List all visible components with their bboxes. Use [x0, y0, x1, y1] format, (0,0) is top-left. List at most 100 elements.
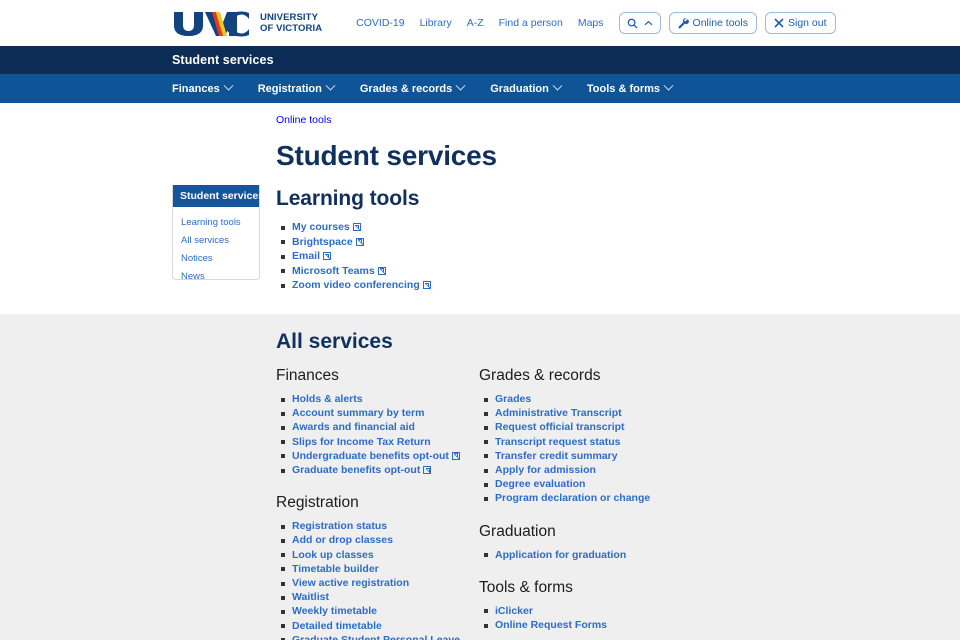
breadcrumb-link-online-tools[interactable]: Online tools: [276, 114, 331, 126]
link-zoom-video-conferencing[interactable]: Zoom video conferencing: [292, 279, 420, 291]
category-link-list: Grades Administrative Transcript Request o…: [479, 392, 650, 506]
link-program-declaration-or-change[interactable]: Program declaration or change: [495, 492, 650, 504]
link-awards-and-financial-aid[interactable]: Awards and financial aid: [292, 421, 415, 433]
sidebar-item-news[interactable]: News: [173, 267, 259, 285]
utility-link-library[interactable]: Library: [420, 17, 452, 29]
utility-buttons: Online tools Sign out: [618, 12, 836, 34]
nav-item-graduation-label: Graduation: [490, 82, 549, 95]
nav-item-grades-records[interactable]: Grades & records: [359, 80, 477, 95]
online-tools-label: Online tools: [692, 17, 748, 29]
link-account-summary-by-term[interactable]: Account summary by term: [292, 407, 424, 419]
link-online-request-forms[interactable]: Online Request Forms: [495, 619, 607, 631]
site-title-bar: Student services: [0, 46, 960, 74]
sidebar-item-all-services[interactable]: All services: [173, 231, 259, 249]
link-registration-status[interactable]: Registration status: [292, 520, 387, 532]
uvic-logo-icon: [174, 11, 249, 36]
link-transfer-credit-summary[interactable]: Transfer credit summary: [495, 450, 618, 462]
list-item: Administrative Transcript: [483, 406, 650, 420]
list-item: Waitlist: [281, 590, 479, 604]
link-iclicker[interactable]: iClicker: [495, 605, 533, 617]
sidebar-nav: Student services Learning tools All serv…: [172, 185, 264, 282]
link-holds-alerts[interactable]: Holds & alerts: [292, 393, 363, 405]
page-title: Student services: [276, 140, 497, 171]
list-item: Microsoft Teams: [281, 264, 431, 279]
nav-item-registration[interactable]: Registration: [257, 80, 347, 95]
category-link-list: iClicker Online Request Forms: [479, 604, 650, 632]
nav-item-grades-records-label: Grades & records: [359, 82, 453, 95]
link-grades[interactable]: Grades: [495, 393, 531, 405]
link-degree-evaluation[interactable]: Degree evaluation: [495, 478, 585, 490]
link-view-active-registration[interactable]: View active registration: [292, 577, 409, 589]
link-detailed-timetable[interactable]: Detailed timetable: [292, 620, 382, 632]
top-utility-header: UNIVERSITY OF VICTORIA COVID-19 Library …: [0, 0, 960, 46]
list-item: Account summary by term: [281, 406, 479, 420]
link-email[interactable]: Email: [292, 250, 320, 262]
list-item: View active registration: [281, 576, 479, 590]
chevron-down-icon: [223, 80, 234, 91]
category-heading: Finances: [276, 367, 339, 384]
link-timetable-builder[interactable]: Timetable builder: [292, 563, 379, 575]
search-button[interactable]: [618, 12, 661, 34]
list-item: Graduate Student Personal Leave: [281, 633, 479, 640]
nav-item-finances[interactable]: Finances: [172, 80, 245, 95]
link-weekly-timetable[interactable]: Weekly timetable: [292, 605, 377, 617]
category-heading: Tools & forms: [479, 578, 573, 596]
sidebar-item-notices[interactable]: Notices: [173, 249, 259, 267]
close-x-icon: [774, 18, 784, 28]
list-item: Application for graduation: [483, 548, 650, 562]
utility-link-a-z[interactable]: A-Z: [467, 17, 484, 29]
link-undergraduate-benefits-opt-out[interactable]: Undergraduate benefits opt-out: [292, 450, 449, 462]
category-link-list: Registration status Add or drop classes Lo…: [276, 519, 479, 640]
main-nav-bar: Finances Registration Grades & records G…: [0, 74, 960, 103]
list-item: Registration status: [281, 519, 479, 533]
list-item: Look up classes: [281, 548, 479, 562]
list-item: Add or drop classes: [281, 533, 479, 547]
category-block-graduation: Graduation Application for graduation: [479, 523, 650, 562]
link-waitlist[interactable]: Waitlist: [292, 591, 329, 603]
online-tools-button[interactable]: Online tools: [668, 12, 757, 34]
chevron-down-icon: [325, 80, 336, 91]
link-slips-for-income-tax-return[interactable]: Slips for Income Tax Return: [292, 436, 431, 448]
list-item: Degree evaluation: [483, 477, 650, 491]
external-link-icon: [422, 281, 431, 289]
all-services-left-column: Finances Holds & alerts Account summary by…: [276, 367, 479, 640]
nav-item-tools-forms[interactable]: Tools & forms: [587, 80, 685, 95]
chevron-down-icon: [663, 80, 674, 91]
external-link-icon: [352, 223, 361, 231]
sidebar-item-learning-tools[interactable]: Learning tools: [173, 213, 259, 231]
uvic-logo-link[interactable]: UNIVERSITY OF VICTORIA: [172, 10, 322, 37]
utility-links: COVID-19 Library A-Z Find a person Maps: [356, 17, 603, 29]
link-application-for-graduation[interactable]: Application for graduation: [495, 549, 626, 561]
link-transcript-request-status[interactable]: Transcript request status: [495, 436, 620, 448]
list-item: Zoom video conferencing: [281, 278, 431, 293]
list-item: Undergraduate benefits opt-out: [281, 449, 479, 463]
list-item: Slips for Income Tax Return: [281, 435, 479, 449]
nav-item-graduation[interactable]: Graduation: [490, 80, 574, 95]
nav-item-registration-label: Registration: [257, 82, 322, 95]
link-graduate-benefits-opt-out[interactable]: Graduate benefits opt-out: [292, 464, 420, 476]
link-administrative-transcript[interactable]: Administrative Transcript: [495, 407, 622, 419]
learning-tools-list: My courses Brightspace Email Microsoft Team…: [276, 220, 431, 293]
utility-link-maps[interactable]: Maps: [578, 17, 604, 29]
link-microsoft-teams[interactable]: Microsoft Teams: [292, 265, 375, 277]
list-item: Brightspace: [281, 235, 431, 250]
list-item: My courses: [281, 220, 431, 235]
link-graduate-student-personal-leave[interactable]: Graduate Student Personal Leave: [292, 634, 460, 640]
link-request-official-transcript[interactable]: Request official transcript: [495, 421, 625, 433]
list-item: Request official transcript: [483, 420, 650, 434]
utility-link-covid19[interactable]: COVID-19: [356, 17, 404, 29]
utility-link-find-a-person[interactable]: Find a person: [499, 17, 563, 29]
sidebar-heading: Student services: [173, 185, 264, 207]
list-item: Awards and financial aid: [281, 420, 479, 434]
link-add-or-drop-classes[interactable]: Add or drop classes: [292, 534, 393, 546]
list-item: Online Request Forms: [483, 618, 650, 632]
external-link-icon: [423, 466, 432, 475]
link-brightspace[interactable]: Brightspace: [292, 236, 353, 248]
link-apply-for-admission[interactable]: Apply for admission: [495, 464, 596, 476]
sign-out-label: Sign out: [787, 17, 827, 29]
list-item: Graduate benefits opt-out: [281, 463, 479, 477]
link-my-courses[interactable]: My courses: [292, 221, 350, 233]
link-look-up-classes[interactable]: Look up classes: [292, 549, 374, 561]
list-item: Detailed timetable: [281, 619, 479, 633]
sign-out-button[interactable]: Sign out: [764, 12, 836, 34]
